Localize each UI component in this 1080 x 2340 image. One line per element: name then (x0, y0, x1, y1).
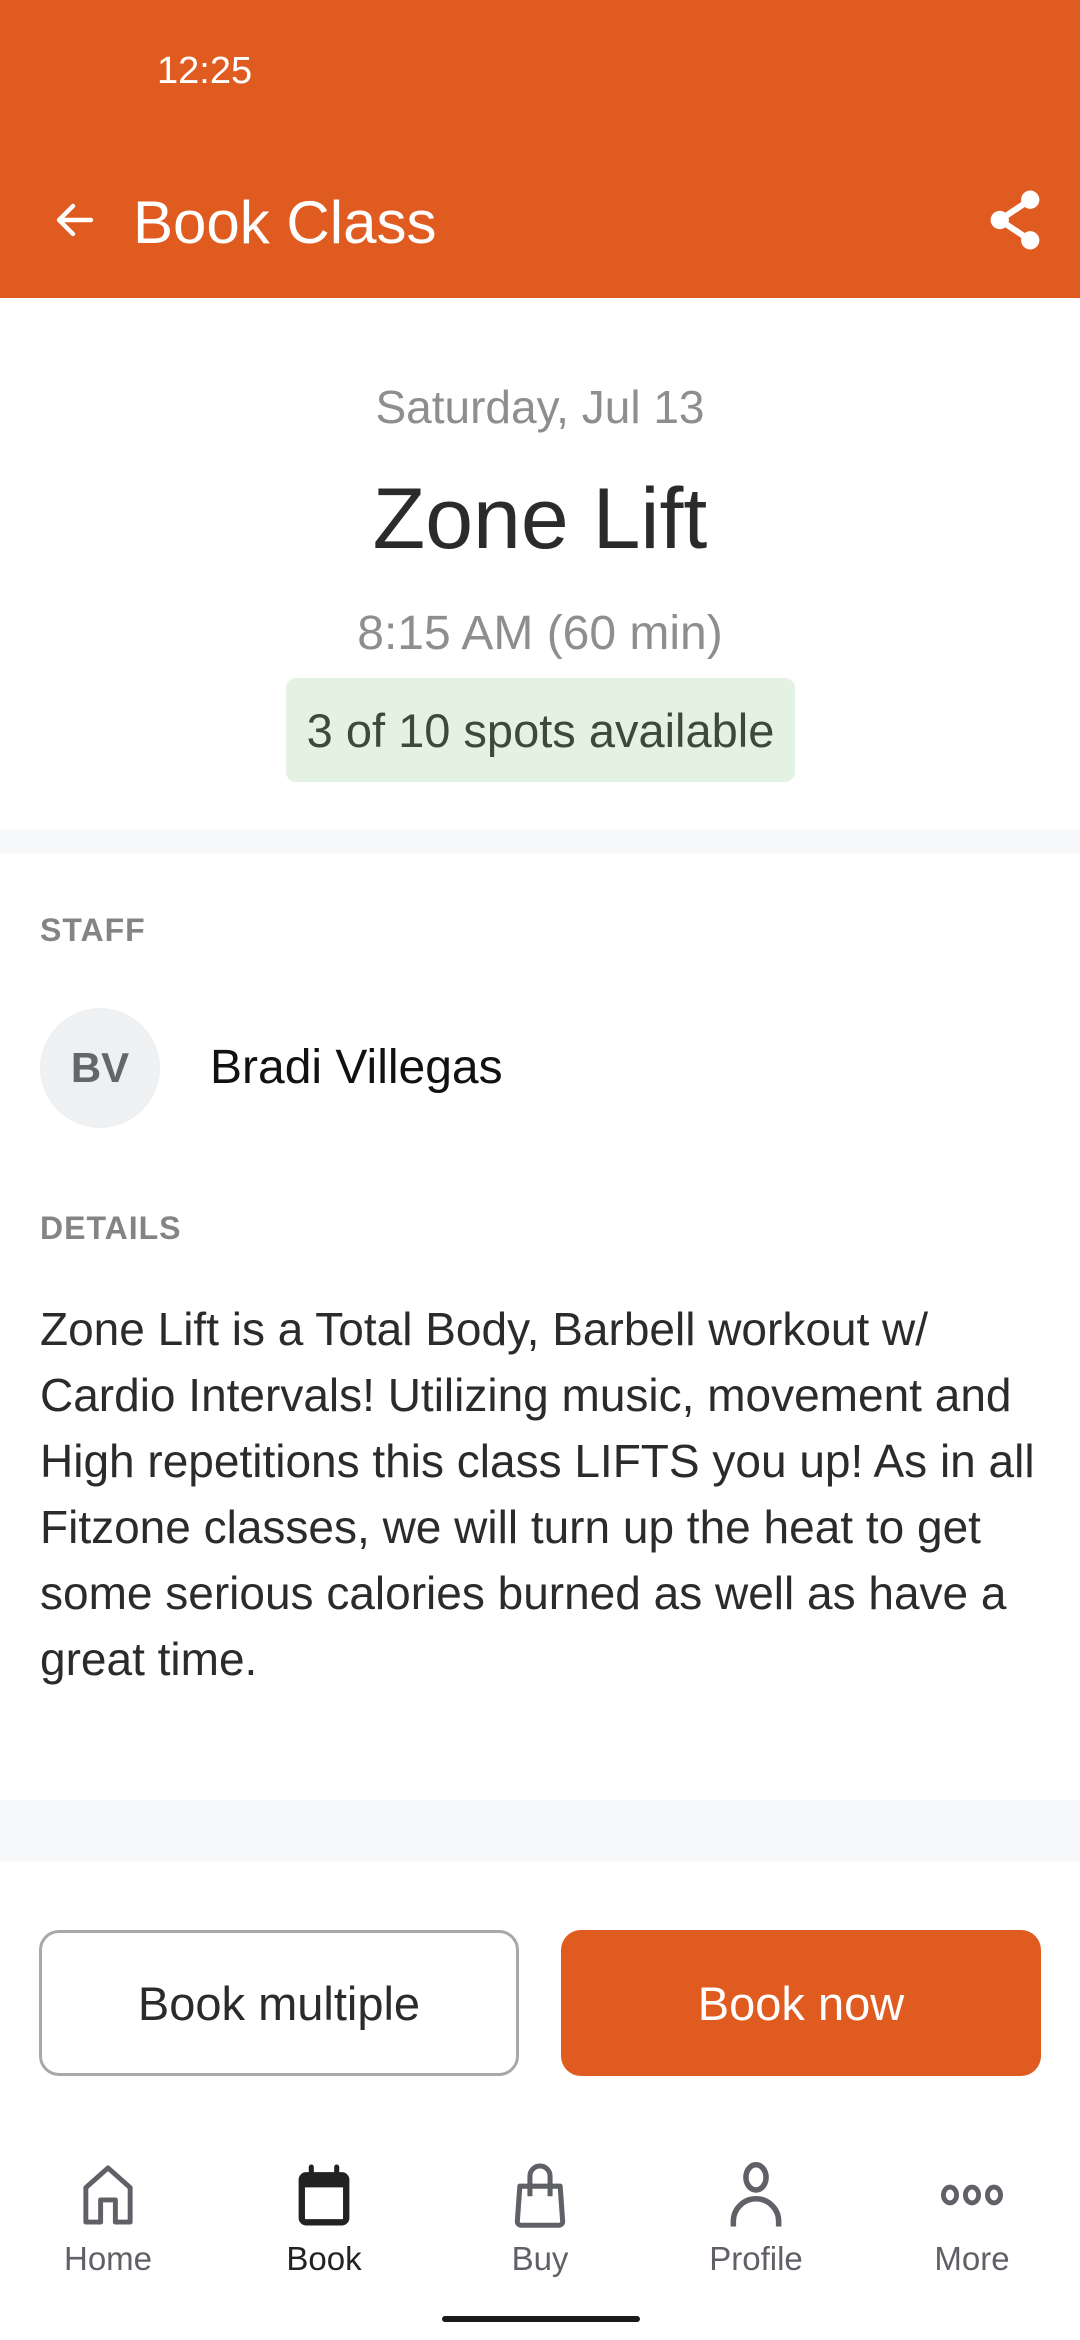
class-date: Saturday, Jul 13 (375, 381, 705, 433)
staff-section-label: STAFF (40, 912, 146, 948)
staff-name[interactable]: Bradi Villegas (210, 1040, 503, 1095)
nav-label: More (934, 2240, 1010, 2277)
arrow-left-icon (56, 203, 94, 237)
share-icon (990, 190, 1040, 250)
back-button[interactable] (40, 185, 110, 255)
nav-label: Book (286, 2240, 362, 2277)
nav-item-buy[interactable]: Buy (432, 2140, 648, 2290)
nav-label: Home (63, 2240, 153, 2277)
status-time: 12:25 (157, 50, 253, 92)
class-summary: Saturday, Jul 13 Zone Lift 8:15 AM (60 m… (0, 298, 1080, 830)
home-icon (75, 2162, 141, 2228)
more-dots-icon (939, 2162, 1005, 2228)
class-name: Zone Lift (372, 471, 708, 567)
nav-label: Profile (709, 2240, 803, 2277)
shopping-bag-icon (507, 2162, 573, 2228)
details-section-label: DETAILS (40, 1210, 182, 1246)
availability-badge: 3 of 10 spots available (286, 678, 795, 782)
home-indicator[interactable] (442, 2316, 640, 2322)
book-now-button[interactable]: Book now (561, 1930, 1041, 2076)
nav-item-home[interactable]: Home (0, 2140, 216, 2290)
class-time: 8:15 AM (60 min) (357, 607, 723, 660)
calendar-icon (291, 2162, 357, 2228)
section-divider (0, 830, 1080, 854)
nav-label: Buy (511, 2240, 569, 2277)
book-multiple-button[interactable]: Book multiple (39, 1930, 519, 2076)
class-description: Zone Lift is a Total Body, Barbell worko… (40, 1303, 1035, 1685)
page-title: Book Class (133, 189, 437, 256)
section-divider (0, 1800, 1080, 1862)
app-bar: 12:25 Book Class (0, 0, 1080, 298)
nav-item-book[interactable]: Book (216, 2140, 432, 2290)
staff-avatar: BV (40, 1008, 160, 1128)
nav-item-more[interactable]: More (864, 2140, 1080, 2290)
person-icon (723, 2162, 789, 2228)
bottom-nav: Home Book Buy Profile More (0, 2140, 1080, 2290)
nav-item-profile[interactable]: Profile (648, 2140, 864, 2290)
share-button[interactable] (975, 180, 1055, 260)
